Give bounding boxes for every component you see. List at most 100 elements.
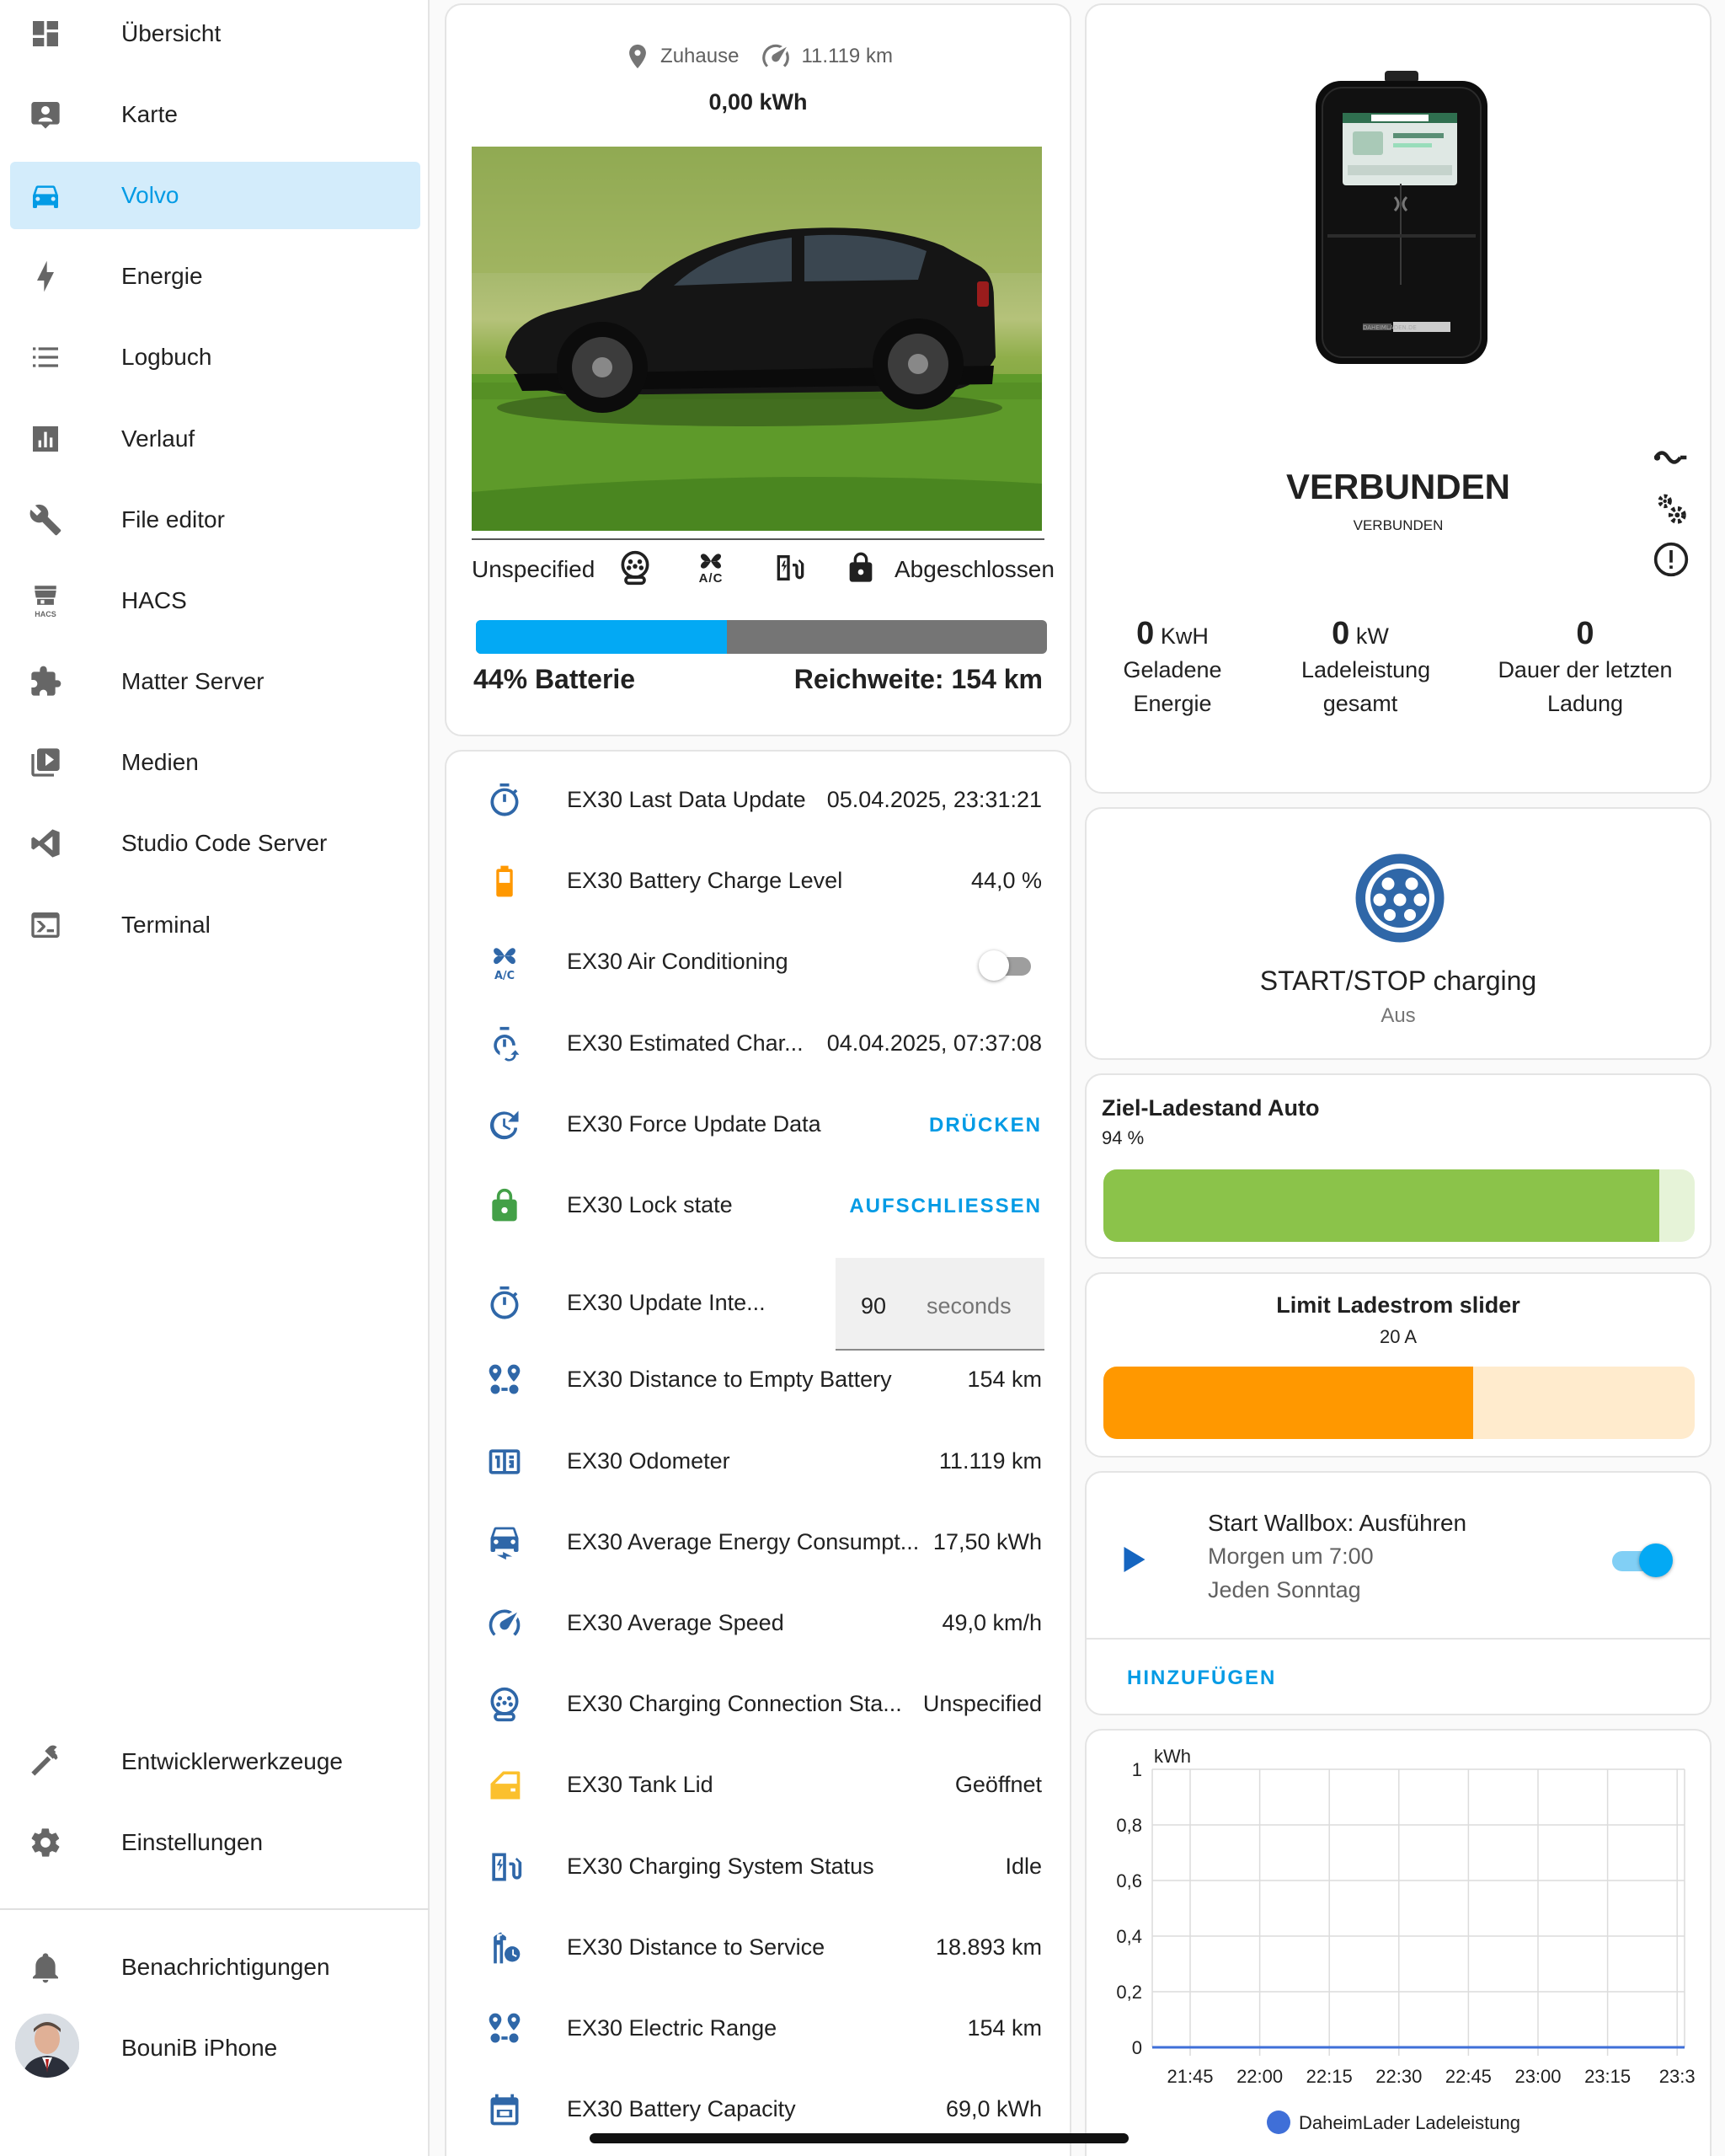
- charging-switch-title: START/STOP charging: [1259, 966, 1537, 996]
- sidebar-item-karte[interactable]: Karte: [10, 81, 420, 148]
- entity-row[interactable]: EX30 Average Speed 49,0 km/h: [446, 1583, 1070, 1664]
- sidebar-item-energie[interactable]: Energie: [10, 243, 420, 310]
- entity-row[interactable]: EX30 Last Data Update 05.04.2025, 23:31:2…: [446, 760, 1070, 841]
- target-charge-value: 94 %: [1102, 1127, 1145, 1148]
- entity-row[interactable]: EX30 Average Energy Consumpt... 17,50 kWh: [446, 1502, 1070, 1583]
- update-icon: [484, 1105, 525, 1145]
- wrench-icon: [27, 501, 64, 538]
- sidebar-item-übersicht[interactable]: Übersicht: [10, 0, 420, 67]
- sidebar-item-label: BouniB iPhone: [121, 2035, 278, 2061]
- entity-name: EX30 Distance to Service: [567, 1934, 825, 1960]
- sidebar-item-entwicklerwerkzeuge[interactable]: Entwicklerwerkzeuge: [10, 1728, 420, 1795]
- sidebar-item-user[interactable]: BouniB iPhone: [10, 2014, 420, 2082]
- sidebar-item-label: Karte: [121, 100, 178, 127]
- entity-value: Idle: [1005, 1853, 1042, 1879]
- entity-row[interactable]: EX30 Charging System Status Idle: [446, 1827, 1070, 1907]
- sidebar-item-file-editor[interactable]: File editor: [10, 486, 420, 554]
- car-electric-icon: [484, 1522, 525, 1563]
- entity-row[interactable]: EX30 Force Update Data DRÜCKEN: [446, 1084, 1070, 1165]
- sidebar-item-label: Einstellungen: [121, 1829, 264, 1855]
- sidebar-item-matter-server[interactable]: Matter Server: [10, 648, 420, 715]
- entity-row[interactable]: EX30 Distance to Service 18.893 km: [446, 1907, 1070, 1988]
- entity-row[interactable]: EX30 Electric Range 154 km: [446, 1988, 1070, 2069]
- ev-plug-type2-icon[interactable]: [1349, 848, 1450, 949]
- sidebar-divider: [0, 1908, 430, 1910]
- air-conditioning-icon: A/C: [484, 942, 525, 982]
- current-limit-card: Limit Ladestrom slider 20 A: [1085, 1272, 1712, 1458]
- current-limit-title: Limit Ladestrom slider: [1276, 1292, 1520, 1318]
- add-schedule-button[interactable]: HINZUFÜGEN: [1127, 1666, 1276, 1690]
- wallbox-stat-label: Ladeleistung gesamt: [1301, 657, 1431, 716]
- entity-row[interactable]: EX30 Tank Lid Geöffnet: [446, 1745, 1070, 1826]
- alert-circle-icon[interactable]: [1653, 541, 1690, 578]
- sidebar-item-label: Logbuch: [121, 344, 212, 371]
- charging-switch-card[interactable]: START/STOP charging Aus: [1085, 807, 1712, 1060]
- counter-icon: [484, 1442, 525, 1482]
- entity-value: 154 km: [967, 1367, 1042, 1393]
- lightning-icon: [27, 258, 64, 295]
- entity-row[interactable]: EX30 Odometer 11.119 km: [446, 1421, 1070, 1502]
- wallbox-stat-value: 0: [1136, 616, 1155, 651]
- entity-name: EX30 Update Inte...: [567, 1290, 766, 1316]
- sidebar-item-label: HACS: [121, 586, 187, 613]
- store-icon: HACS: [27, 582, 64, 619]
- sidebar-item-verlauf[interactable]: Verlauf: [10, 405, 420, 473]
- car-door-icon: [484, 1765, 525, 1806]
- sidebar-item-medien[interactable]: Medien: [10, 729, 420, 796]
- entity-row[interactable]: EX30 Estimated Char... 04.04.2025, 07:37:…: [446, 1003, 1070, 1084]
- svg-text:A/C: A/C: [494, 971, 515, 982]
- sidebar-item-studio-code-server[interactable]: Studio Code Server: [10, 810, 420, 877]
- wallbox-stat-unit: kW: [1355, 623, 1389, 649]
- entity-name: EX30 Odometer: [567, 1447, 730, 1474]
- entity-row[interactable]: EX30 Battery Charge Level 44,0 %: [446, 841, 1070, 922]
- current-limit-slider[interactable]: [1103, 1367, 1695, 1439]
- entity-name: EX30 Average Energy Consumpt...: [567, 1528, 920, 1554]
- ev-station-icon[interactable]: [768, 548, 809, 588]
- sidebar-item-logbuch[interactable]: Logbuch: [10, 324, 420, 391]
- sidebar-item-label: Medien: [121, 749, 199, 776]
- connection-status: Unspecified: [472, 556, 595, 582]
- media-icon: [27, 744, 64, 781]
- lock-status: Abgeschlossen: [895, 556, 1055, 582]
- entity-row[interactable]: 90 seconds EX30 Update Inte...: [446, 1258, 1070, 1351]
- sidebar-item-volvo[interactable]: Volvo: [10, 162, 420, 230]
- entity-row[interactable]: EX30 Charging Connection Sta... Unspecifi…: [446, 1664, 1070, 1745]
- sidebar-item-einstellungen[interactable]: Einstellungen: [10, 1809, 420, 1876]
- entity-name: EX30 Lock state: [567, 1192, 733, 1217]
- entity-row[interactable]: EX30 Distance to Empty Battery 154 km: [446, 1340, 1070, 1420]
- update-interval-unit: seconds: [927, 1293, 1012, 1319]
- entity-value: 18.893 km: [935, 1934, 1042, 1960]
- air-conditioning-toggle[interactable]: [979, 950, 1033, 982]
- sidebar-item-label: Verlauf: [121, 425, 195, 452]
- car-image: [472, 147, 1042, 531]
- wallbox-stat-label: Geladene Energie: [1123, 657, 1222, 716]
- entity-value: 04.04.2025, 07:37:08: [826, 1030, 1042, 1056]
- entity-name: EX30 Estimated Char...: [567, 1030, 804, 1056]
- sidebar-item-notifications[interactable]: Benachrichtigungen: [10, 1934, 420, 2001]
- x-tick-label: 22:45: [1445, 2066, 1492, 2087]
- ev-plug-icon[interactable]: [615, 548, 655, 588]
- current-limit-value: 20 A: [1379, 1326, 1418, 1347]
- entity-row[interactable]: A/C EX30 Air Conditioning: [446, 922, 1070, 1003]
- sidebar-item-terminal[interactable]: Terminal: [10, 891, 420, 959]
- wallbox-stat: 0 KwH Geladene Energie: [1080, 617, 1265, 720]
- update-interval-input[interactable]: 90 seconds: [836, 1258, 1044, 1351]
- entity-action-button[interactable]: AUFSCHLIESSEN: [849, 1195, 1042, 1218]
- battery-label: 44% Batterie: [473, 664, 636, 694]
- entity-row[interactable]: EX30 Lock state AUFSCHLIESSEN: [446, 1165, 1070, 1246]
- air-conditioning-icon[interactable]: A/C: [691, 548, 731, 588]
- wallbox-stat-value: 0: [1332, 616, 1350, 651]
- entity-action-button[interactable]: DRÜCKEN: [929, 1114, 1042, 1137]
- schedule-toggle[interactable]: [1609, 1543, 1673, 1577]
- sidebar-item-hacs[interactable]: HACS HACS: [10, 567, 420, 634]
- play-icon[interactable]: [1124, 1547, 1149, 1572]
- target-charge-slider[interactable]: [1103, 1169, 1695, 1242]
- charging-switch-state: Aus: [1381, 1004, 1416, 1027]
- range-label: Reichweite: 154 km: [793, 664, 1043, 694]
- lock-icon: [484, 1185, 525, 1226]
- lock-icon[interactable]: [841, 548, 881, 588]
- sidebar-item-label: File editor: [121, 506, 225, 532]
- car-meta-row: Zuhause 11.119 km: [446, 40, 1070, 72]
- battery-icon: [484, 861, 525, 901]
- wallbox-stat-label: Dauer der letzten Ladung: [1498, 657, 1673, 716]
